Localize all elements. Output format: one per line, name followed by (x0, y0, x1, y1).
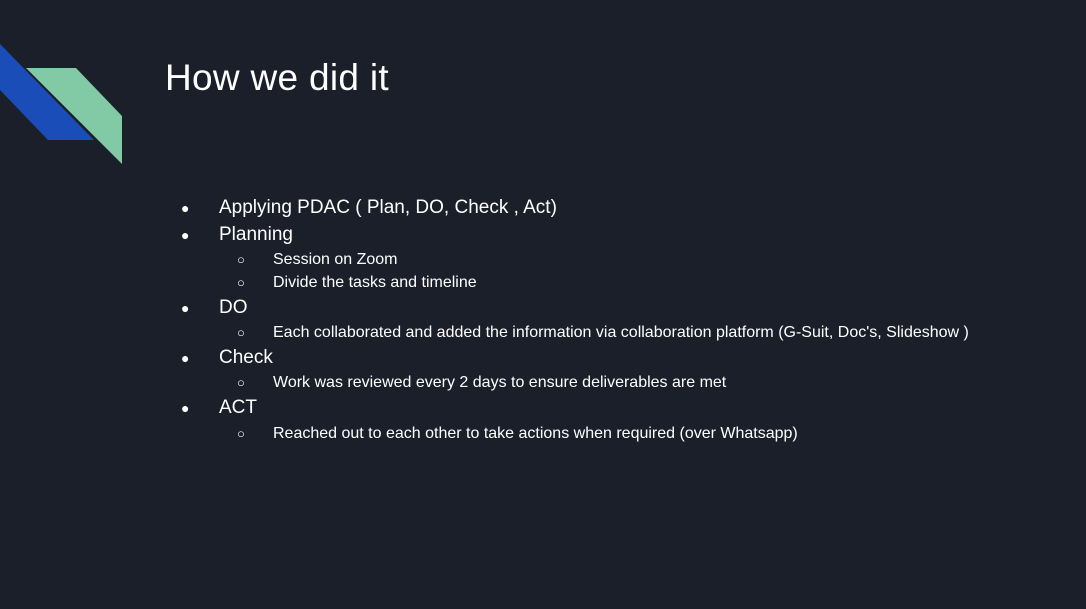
sub-list-item: ○ Work was reviewed every 2 days to ensu… (237, 372, 727, 394)
sub-bullet-marker-icon: ○ (237, 325, 245, 340)
sub-list-item-text: Reached out to each other to take action… (273, 425, 798, 442)
sub-list-item: ○ Divide the tasks and timeline (237, 272, 477, 294)
list-item-text: Planning (219, 224, 293, 245)
bullet-marker-icon: ● (181, 200, 190, 216)
sub-bullet-marker-icon: ○ (237, 252, 245, 267)
list-item-text: Applying PDAC ( Plan, DO, Check , Act) (219, 197, 557, 218)
list-item: ● Check (181, 346, 273, 370)
list-item-text: DO (219, 297, 248, 318)
slide: How we did it ● Applying PDAC ( Plan, DO… (0, 0, 1086, 609)
list-item: ● DO (181, 296, 248, 320)
list-item: ● ACT (181, 396, 257, 420)
sub-list-item: ○ Each collaborated and added the inform… (237, 322, 969, 344)
list-item: ● Planning (181, 223, 293, 247)
bullet-marker-icon: ● (181, 350, 190, 366)
sub-list-item-text: Each collaborated and added the informat… (273, 324, 969, 341)
sub-list-item-text: Session on Zoom (273, 251, 398, 268)
sub-list-item: ○ Reached out to each other to take acti… (237, 423, 798, 445)
bullet-marker-icon: ● (181, 400, 190, 416)
sub-bullet-marker-icon: ○ (237, 375, 245, 390)
list-item-text: ACT (219, 397, 257, 418)
sub-list-item: ○ Session on Zoom (237, 249, 398, 271)
sub-bullet-marker-icon: ○ (237, 275, 245, 290)
bullet-list: ● Applying PDAC ( Plan, DO, Check , Act)… (0, 0, 1086, 609)
sub-list-item-text: Work was reviewed every 2 days to ensure… (273, 374, 727, 391)
bullet-marker-icon: ● (181, 300, 190, 316)
bullet-marker-icon: ● (181, 227, 190, 243)
sub-bullet-marker-icon: ○ (237, 426, 245, 441)
list-item: ● Applying PDAC ( Plan, DO, Check , Act) (181, 196, 557, 220)
sub-list-item-text: Divide the tasks and timeline (273, 274, 477, 291)
list-item-text: Check (219, 347, 273, 368)
